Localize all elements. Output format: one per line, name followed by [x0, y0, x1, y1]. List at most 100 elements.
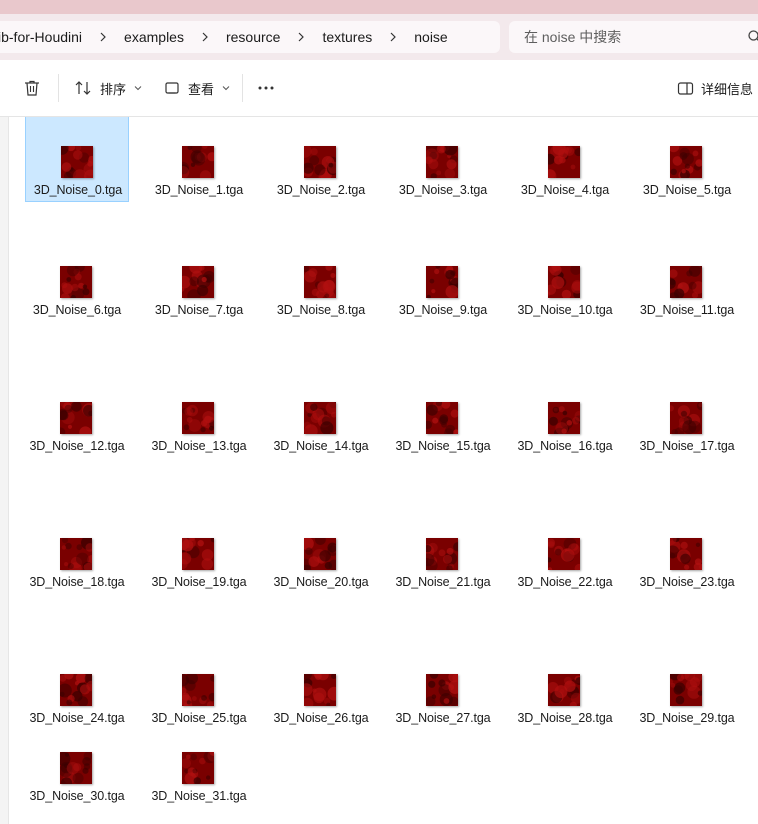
file-item[interactable]: 3D_Noise_19.tga — [147, 508, 251, 592]
chevron-right-icon[interactable] — [376, 30, 410, 45]
file-name: 3D_Noise_20.tga — [273, 575, 369, 589]
file-name: 3D_Noise_15.tga — [395, 439, 491, 453]
chevron-right-icon[interactable] — [188, 30, 222, 45]
breadcrumb-item[interactable]: resource — [222, 29, 284, 45]
file-item[interactable]: 3D_Noise_31.tga — [147, 722, 251, 806]
file-item[interactable]: 3D_Noise_8.tga — [269, 236, 373, 320]
command-bar: 排序 查看 详细信息 — [0, 60, 758, 117]
image-thumbnail — [57, 670, 97, 707]
image-thumbnail — [297, 144, 340, 183]
breadcrumb[interactable]: ib-for-Houdini examples resource texture… — [0, 21, 500, 53]
delete-button[interactable] — [22, 76, 42, 100]
file-name: 3D_Noise_5.tga — [642, 183, 732, 197]
file-item[interactable]: 3D_Noise_21.tga — [391, 508, 495, 592]
file-name: 3D_Noise_28.tga — [517, 711, 613, 725]
details-label: 详细信息 — [701, 81, 754, 97]
image-thumbnail — [55, 395, 96, 439]
details-pane-button[interactable]: 详细信息 — [677, 76, 753, 100]
chevron-down-icon — [134, 84, 142, 92]
file-name: 3D_Noise_22.tga — [517, 575, 613, 589]
image-thumbnail — [548, 402, 585, 439]
file-name: 3D_Noise_16.tga — [517, 439, 613, 453]
chevron-right-icon[interactable] — [86, 30, 120, 45]
view-button[interactable]: 查看 — [164, 76, 230, 100]
image-thumbnail — [545, 263, 584, 300]
file-item[interactable]: 3D_Noise_4.tga — [513, 117, 617, 202]
breadcrumb-item[interactable]: examples — [120, 29, 188, 45]
file-explorer-window: ib-for-Houdini examples resource texture… — [0, 0, 758, 824]
image-thumbnail — [176, 535, 217, 570]
file-item[interactable]: 3D_Noise_1.tga — [147, 117, 251, 202]
image-thumbnail — [56, 751, 93, 789]
file-item[interactable]: 3D_Noise_7.tga — [147, 236, 251, 320]
breadcrumb-item[interactable]: noise — [410, 29, 451, 45]
chevron-right-icon[interactable] — [284, 30, 318, 45]
file-name: 3D_Noise_11.tga — [639, 303, 735, 317]
file-item[interactable]: 3D_Noise_24.tga — [25, 644, 129, 728]
image-thumbnail — [176, 672, 217, 710]
more-options-button[interactable] — [256, 76, 276, 100]
file-item[interactable]: 3D_Noise_16.tga — [513, 372, 617, 456]
image-thumbnail — [303, 400, 339, 438]
file-item[interactable]: 3D_Noise_13.tga — [147, 372, 251, 456]
search-input[interactable]: 在 noise 中搜索 — [509, 21, 758, 53]
file-item[interactable]: 3D_Noise_23.tga — [635, 508, 739, 592]
image-thumbnail — [301, 263, 336, 302]
file-item[interactable]: 3D_Noise_25.tga — [147, 644, 251, 728]
sort-label: 排序 — [100, 81, 127, 97]
file-name: 3D_Noise_21.tga — [395, 575, 491, 589]
details-pane-icon — [677, 80, 694, 97]
file-item[interactable]: 3D_Noise_11.tga — [635, 236, 739, 320]
breadcrumb-item[interactable]: ib-for-Houdini — [0, 29, 86, 45]
file-item[interactable]: 3D_Noise_26.tga — [269, 644, 373, 728]
file-item[interactable]: 3D_Noise_2.tga — [269, 117, 373, 202]
file-name: 3D_Noise_27.tga — [395, 711, 491, 725]
file-item[interactable]: 3D_Noise_20.tga — [269, 508, 373, 592]
file-item[interactable]: 3D_Noise_17.tga — [635, 372, 739, 456]
file-name: 3D_Noise_2.tga — [276, 183, 366, 197]
chevron-down-icon — [222, 84, 230, 92]
file-item[interactable]: 3D_Noise_30.tga — [25, 722, 129, 806]
file-name: 3D_Noise_0.tga — [33, 183, 123, 197]
file-item[interactable]: 3D_Noise_22.tga — [513, 508, 617, 592]
file-item[interactable]: 3D_Noise_28.tga — [513, 644, 617, 728]
file-item[interactable]: 3D_Noise_18.tga — [25, 508, 129, 592]
image-thumbnail — [425, 670, 462, 707]
file-item[interactable]: 3D_Noise_27.tga — [391, 644, 495, 728]
image-thumbnail — [60, 535, 97, 575]
ellipsis-icon — [256, 78, 276, 98]
file-name: 3D_Noise_23.tga — [639, 575, 735, 589]
image-thumbnail — [667, 667, 704, 706]
file-name: 3D_Noise_4.tga — [520, 183, 610, 197]
file-item[interactable]: 3D_Noise_29.tga — [635, 644, 739, 728]
file-name: 3D_Noise_31.tga — [151, 789, 247, 803]
image-thumbnail — [547, 674, 584, 709]
image-thumbnail — [546, 537, 584, 573]
file-item[interactable]: 3D_Noise_12.tga — [25, 372, 129, 456]
file-item[interactable]: 3D_Noise_15.tga — [391, 372, 495, 456]
file-name: 3D_Noise_3.tga — [398, 183, 488, 197]
sort-button[interactable]: 排序 — [74, 76, 142, 100]
breadcrumb-item[interactable]: textures — [318, 29, 376, 45]
search-icon[interactable] — [747, 29, 758, 45]
search-placeholder: 在 noise 中搜索 — [524, 29, 622, 45]
file-item[interactable]: 3D_Noise_6.tga — [25, 236, 129, 320]
file-item[interactable]: 3D_Noise_9.tga — [391, 236, 495, 320]
file-item[interactable]: 3D_Noise_0.tga — [25, 117, 129, 202]
address-row: ib-for-Houdini examples resource texture… — [0, 14, 758, 60]
file-item[interactable]: 3D_Noise_10.tga — [513, 236, 617, 320]
file-item[interactable]: 3D_Noise_5.tga — [635, 117, 739, 202]
file-name: 3D_Noise_17.tga — [639, 439, 735, 453]
image-thumbnail — [177, 260, 216, 303]
view-label: 查看 — [188, 81, 215, 97]
file-item[interactable]: 3D_Noise_3.tga — [391, 117, 495, 202]
file-item[interactable]: 3D_Noise_14.tga — [269, 372, 373, 456]
tab-strip — [0, 0, 758, 14]
image-thumbnail — [181, 748, 220, 785]
image-thumbnail — [420, 538, 463, 573]
file-name: 3D_Noise_29.tga — [639, 711, 735, 725]
image-thumbnail — [423, 400, 460, 438]
file-name: 3D_Noise_30.tga — [29, 789, 125, 803]
image-thumbnail — [176, 142, 217, 182]
file-name: 3D_Noise_1.tga — [154, 183, 244, 197]
